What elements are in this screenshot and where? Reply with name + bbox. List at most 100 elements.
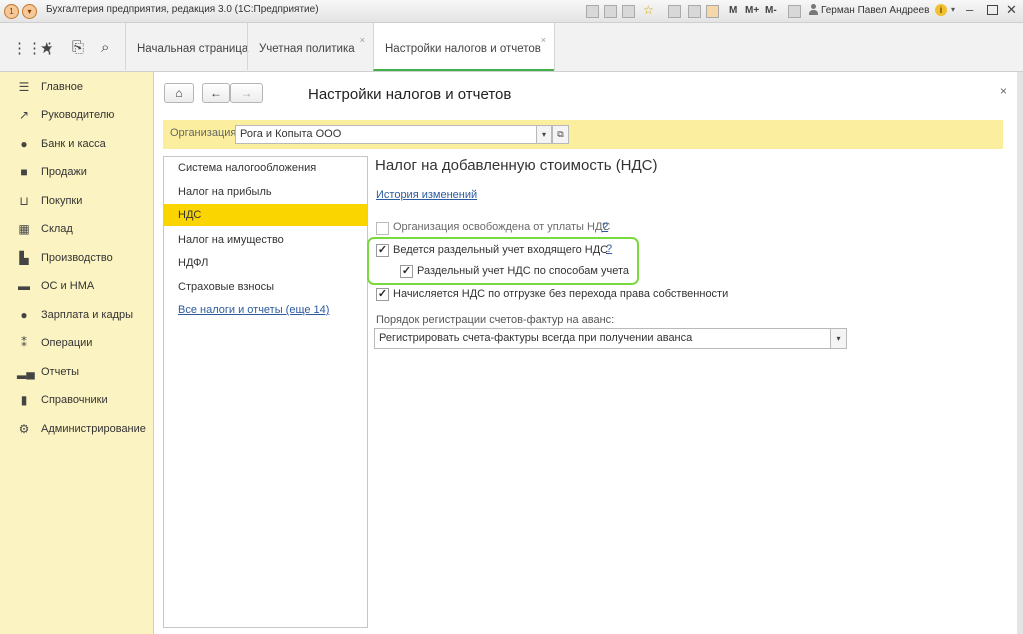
minimize-icon[interactable]: ‒ [966,2,973,17]
tax-item-personal-income-tax[interactable]: НДФЛ [164,252,367,274]
save-icon[interactable] [622,5,635,18]
organization-dropdown-button[interactable]: ▾ [536,125,552,144]
tax-item-label: Налог на имущество [178,234,284,246]
person-icon: ● [20,308,28,322]
ruble-coin-icon: ● [20,137,28,151]
sidebar-item-main[interactable]: ☰ Главное [0,77,153,99]
tab-bar: ⋮⋮⋮ ★ ⎘ ⌕ Начальная страница Учетная пол… [0,23,1023,72]
window-title: Бухгалтерия предприятия, редакция 3.0 (1… [46,4,319,15]
separate-vat-label: Ведется раздельный учет входящего НДС [393,244,609,256]
sidebar-item-purchases[interactable]: ⊔ Покупки [0,191,153,213]
back-button[interactable]: ← [202,83,230,103]
tab-divider [554,23,555,70]
sidebar-item-label: Покупки [41,195,83,207]
sidebar-item-administration[interactable]: ⚙ Администрирование [0,419,153,441]
tax-item-insurance[interactable]: Страховые взносы [164,276,367,298]
sidebar-item-label: Руководителю [41,109,115,121]
search-icon[interactable]: ⌕ [101,39,109,56]
history-link[interactable]: История изменений [376,189,477,201]
chevron-down-icon[interactable]: ▾ [951,5,955,14]
close-window-icon[interactable]: ✕ [1006,2,1017,18]
shipment-vat-checkbox[interactable]: ✓ [376,288,389,301]
vat-exempt-label: Организация освобождена от уплаты НДС [393,221,611,233]
close-form-icon[interactable]: × [1000,84,1007,98]
sidebar-item-manager[interactable]: ↗ Руководителю [0,105,153,127]
app-logo-icon[interactable]: 1 [4,4,19,19]
organization-open-button[interactable]: ⧉ [552,125,569,144]
trend-icon: ↗ [18,108,30,122]
current-user[interactable]: Герман Павел Андреевич [821,5,929,16]
panels-icon[interactable] [788,5,801,18]
sidebar-item-payroll[interactable]: ● Зарплата и кадры [0,305,153,327]
page-title: Настройки налогов и отчетов [308,86,512,103]
gear-icon: ⚙ [18,422,30,436]
sidebar-item-label: ОС и НМА [41,280,95,292]
calculator-icon[interactable] [706,5,719,18]
tax-item-profit-tax[interactable]: Налог на прибыль [164,181,367,203]
window-border [1017,72,1023,634]
sidebar-item-warehouse[interactable]: ▦ Склад [0,219,153,241]
forward-button[interactable]: → [230,83,263,103]
email-icon[interactable] [586,5,599,18]
tax-item-taxation-system[interactable]: Система налогообложения [164,157,367,179]
sidebar-item-label: Склад [41,223,73,235]
tax-item-label: Налог на прибыль [178,186,272,198]
bar-chart-icon: ▂▄ [17,365,35,379]
separate-vat-help[interactable]: ? [606,243,612,255]
close-tab-icon[interactable]: × [360,35,365,45]
history-list-icon[interactable]: ⎘ [72,39,84,56]
tax-item-label: Система налогообложения [178,162,317,174]
separate-vat-methods-checkbox[interactable]: ✓ [400,265,413,278]
vat-exempt-help[interactable]: ? [602,221,608,233]
tax-item-label: Страховые взносы [178,281,274,293]
separate-vat-checkbox[interactable]: ✓ [376,244,389,257]
all-taxes-link-label: Все налоги и отчеты (еще 14) [178,304,330,316]
factory-icon: ▙ [19,251,29,265]
advance-invoice-dropdown-button[interactable]: ▾ [830,328,847,349]
home-button[interactable]: ⌂ [164,83,194,103]
memory-m-button[interactable]: M [729,5,737,16]
tab-accounting-policy[interactable]: Учетная политика × [247,23,373,70]
history-icon[interactable] [668,5,681,18]
advance-invoice-select[interactable]: Регистрировать счета-фактуры всегда при … [374,328,834,349]
sidebar-item-label: Справочники [41,394,108,406]
calendar-icon[interactable] [688,5,701,18]
info-icon[interactable]: i [935,4,947,16]
vat-exempt-checkbox[interactable] [376,222,389,235]
star-icon[interactable]: ★ [40,39,53,57]
tab-label: Начальная страница [137,43,249,55]
sidebar-item-assets[interactable]: ▬ ОС и НМА [0,276,153,298]
book-icon: ▮ [20,393,28,407]
sidebar-item-operations[interactable]: ⁑ Операции [0,333,153,355]
memory-minus-button[interactable]: M- [765,5,777,16]
tab-home[interactable]: Начальная страница [125,23,249,70]
tab-label: Настройки налогов и отчетов [385,43,541,55]
main-menu-icon[interactable]: ▾ [22,4,37,19]
sidebar-item-label: Операции [41,337,93,349]
tax-item-vat[interactable]: НДС [164,204,367,226]
sidebar-item-label: Главное [41,81,84,93]
maximize-icon[interactable] [987,5,998,15]
sidebar-item-label: Администрирование [41,423,146,435]
shopping-bag-icon: ■ [20,165,28,179]
sidebar-item-production[interactable]: ▙ Производство [0,248,153,270]
sidebar-item-reports[interactable]: ▂▄ Отчеты [0,362,153,384]
sidebar-item-bank[interactable]: ● Банк и касса [0,134,153,156]
organization-field[interactable]: Рога и Копыта ООО [235,125,540,144]
tab-label: Учетная политика [259,43,355,55]
user-icon [808,4,818,15]
home-icon: ⌂ [175,86,183,100]
chevron-down-icon: ▾ [541,130,546,139]
sidebar-item-sales[interactable]: ■ Продажи [0,162,153,184]
tax-item-property-tax[interactable]: Налог на имущество [164,229,367,251]
tab-tax-settings[interactable]: Настройки налогов и отчетов × [373,23,554,71]
all-taxes-link[interactable]: Все налоги и отчеты (еще 14) [164,299,367,321]
favorites-icon[interactable]: ☆ [643,3,654,17]
memory-plus-button[interactable]: M+ [745,5,759,16]
open-icon: ⧉ [557,129,564,139]
sidebar-item-directories[interactable]: ▮ Справочники [0,390,153,412]
print-icon[interactable] [604,5,617,18]
close-tab-icon[interactable]: × [541,35,546,45]
sidebar-item-label: Банк и касса [41,138,106,150]
window-title-bar: 1 ▾ Бухгалтерия предприятия, редакция 3.… [0,0,1023,23]
